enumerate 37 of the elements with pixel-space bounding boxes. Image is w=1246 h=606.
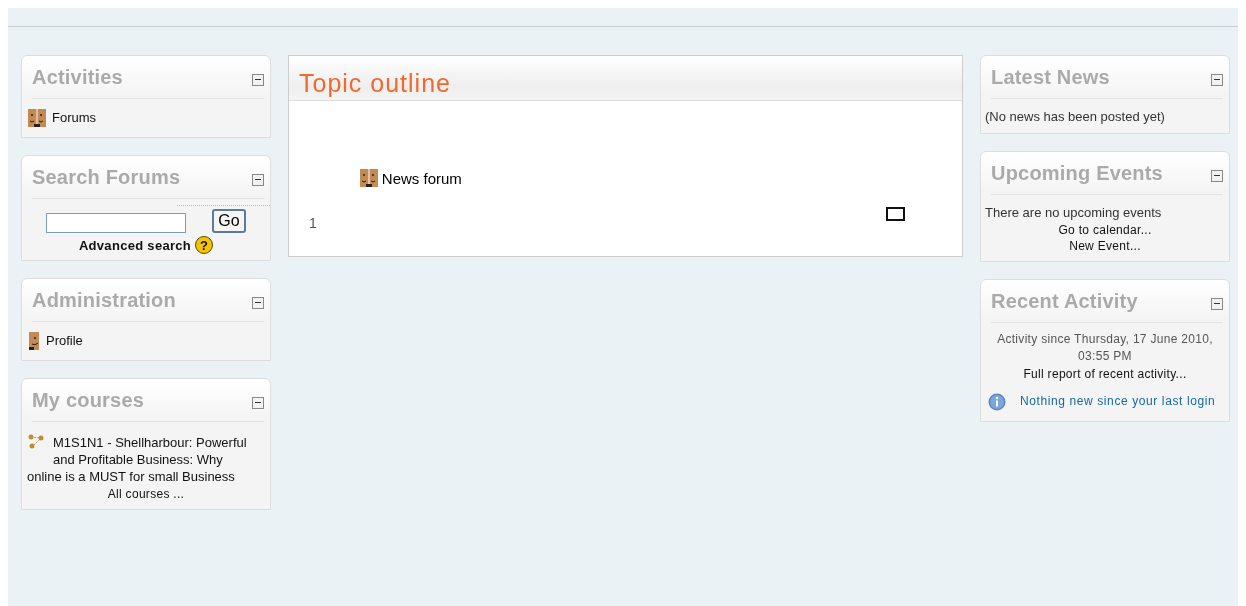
block-text: Activity since Thursday, 17 June 2010, 03:55 PM <box>996 331 1214 365</box>
block-link[interactable]: Go to calendar... <box>1058 223 1152 237</box>
block-link[interactable]: Forums <box>52 110 97 125</box>
info-link[interactable]: Nothing new since your last login <box>1020 393 1216 410</box>
advanced-search-link[interactable]: Advanced search <box>78 237 192 253</box>
block-title: Upcoming Events <box>991 162 1163 185</box>
block-title: Administration <box>32 289 176 312</box>
block-title: Activities <box>32 66 123 89</box>
collapse-icon[interactable] <box>252 173 264 186</box>
block-title: My courses <box>32 389 145 412</box>
block-text: There are no upcoming events <box>985 205 1163 220</box>
collapse-icon[interactable] <box>252 73 264 86</box>
collapse-icon[interactable] <box>1211 73 1223 86</box>
search-field[interactable] <box>46 213 187 233</box>
section-heading: Topic outline <box>299 69 452 98</box>
block-title: Latest News <box>991 66 1110 89</box>
help-icon[interactable]: ? <box>195 236 214 254</box>
collapse-icon[interactable] <box>1211 169 1223 182</box>
collapse-icon[interactable] <box>1211 297 1223 310</box>
block-link[interactable]: New Event... <box>1069 239 1141 253</box>
collapse-icon[interactable] <box>252 396 264 409</box>
profile-icon <box>28 332 40 350</box>
block-title: Recent Activity <box>991 290 1138 313</box>
course-link[interactable]: M1S1N1 - Shellharbour: Powerful and Profitable Business: Why online is a MUST for small Business <box>27 434 257 485</box>
section-number: 1 <box>309 215 317 231</box>
block-link[interactable]: All courses ... <box>107 487 185 501</box>
block-title: Search Forums <box>32 166 181 189</box>
activity-link[interactable]: News forum <box>381 169 462 187</box>
block-link[interactable]: Full report of recent activity... <box>1023 367 1187 381</box>
collapse-icon[interactable] <box>252 296 264 309</box>
block-text: (No news has been posted yet) <box>985 109 1166 124</box>
block-link[interactable]: Profile <box>46 333 83 348</box>
forum-icon <box>359 169 378 187</box>
highlight-toggle-icon[interactable] <box>886 207 905 221</box>
info-icon <box>988 393 1006 411</box>
go-button[interactable]: Go <box>212 209 246 233</box>
forum-icon <box>28 109 46 127</box>
